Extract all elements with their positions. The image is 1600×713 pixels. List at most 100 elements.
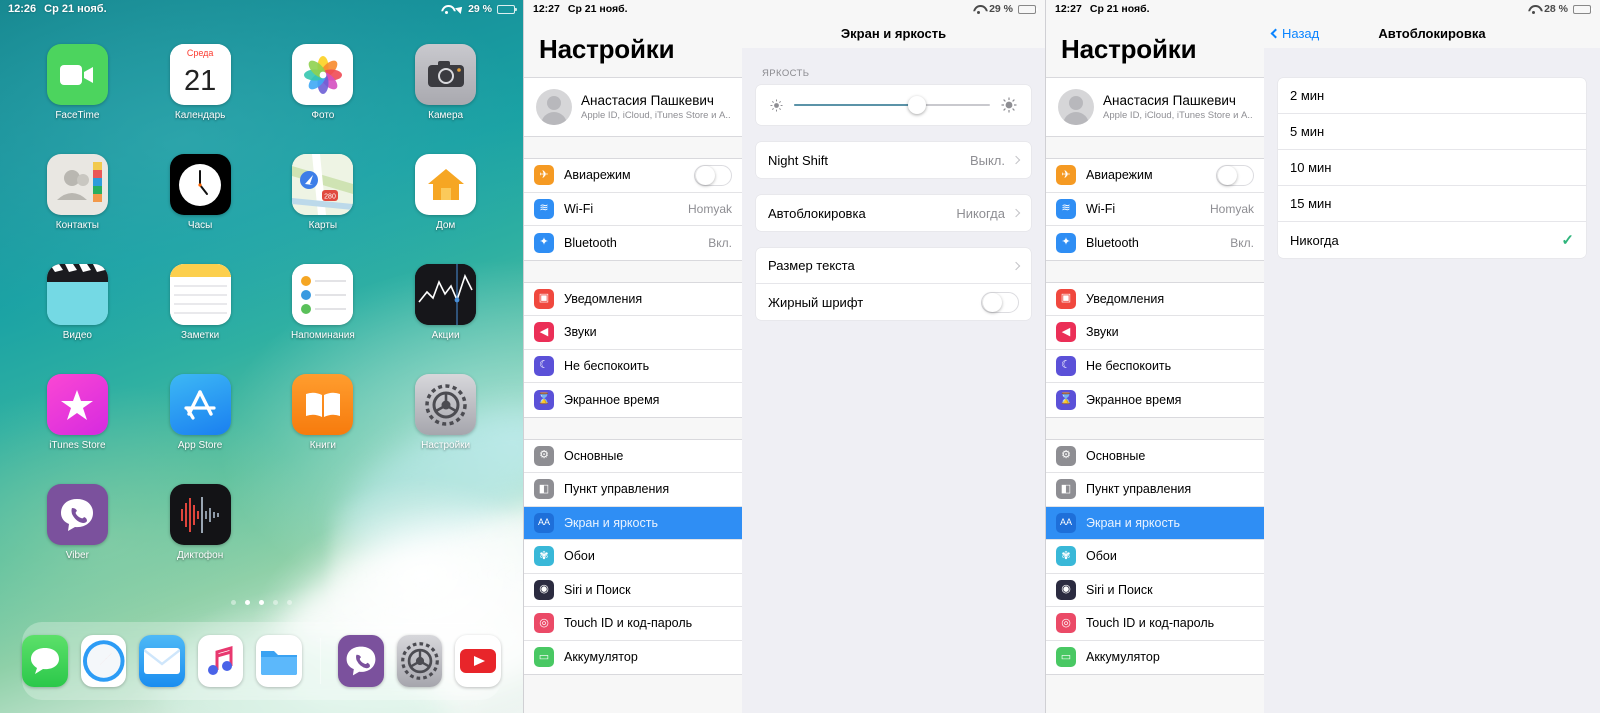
brightness-slider[interactable] — [794, 96, 990, 114]
row-night-shift[interactable]: Night Shift Выкл. — [756, 142, 1031, 178]
youtube-icon[interactable] — [455, 635, 501, 687]
airplane-mode-toggle[interactable] — [694, 164, 732, 186]
sidebar-item-screen-time[interactable]: ⌛ Экранное время — [1046, 383, 1264, 417]
wallpaper-icon: ✾ — [534, 546, 554, 567]
app-facetime[interactable]: FaceTime — [16, 44, 139, 121]
app-books[interactable]: Книги — [262, 374, 385, 451]
sun-small-icon — [770, 99, 783, 112]
mail-icon[interactable] — [139, 635, 185, 687]
sidebar-item-label: Звуки — [564, 325, 597, 340]
home-app-grid: FaceTime Среда 21 Календарь Фото Камера … — [0, 18, 523, 561]
app-contacts[interactable]: Контакты — [16, 154, 139, 231]
app-settings[interactable]: Настройки — [384, 374, 507, 451]
sidebar-item-bluetooth[interactable]: ✦ Bluetooth Вкл. — [524, 226, 742, 260]
sidebar-item-do-not-disturb[interactable]: ☾ Не беспокоить — [1046, 350, 1264, 383]
app-videos[interactable]: Видео — [16, 264, 139, 341]
app-voice-memos[interactable]: Диктофон — [139, 484, 262, 561]
row-value: Выкл. — [969, 152, 1005, 168]
sidebar-item-control-center[interactable]: ◧ Пункт управления — [524, 473, 742, 507]
app-label: Заметки — [181, 330, 220, 341]
sidebar-item-wifi[interactable]: ≋ Wi-Fi Homyak — [1046, 193, 1264, 226]
app-label: Книги — [309, 440, 336, 451]
app-viber[interactable]: Viber — [16, 484, 139, 561]
status-time: 12:27 — [533, 3, 560, 15]
safari-icon[interactable] — [80, 635, 127, 687]
sidebar-item-sounds[interactable]: ◀ Звуки — [1046, 316, 1264, 350]
app-camera[interactable]: Камера — [384, 44, 507, 121]
app-app-store[interactable]: App Store — [139, 374, 262, 451]
account-subtitle: Apple ID, iCloud, iTunes Store и A... — [581, 110, 730, 121]
sidebar-item-general[interactable]: ⚙ Основные — [524, 440, 742, 473]
airplane-mode-toggle[interactable] — [1216, 164, 1254, 186]
sidebar-item-battery[interactable]: ▭ Аккумулятор — [1046, 641, 1264, 675]
sidebar-item-do-not-disturb[interactable]: ☾ Не беспокоить — [524, 350, 742, 383]
sidebar-item-notifications[interactable]: ▣ Уведомления — [1046, 283, 1264, 316]
sidebar-item-airplane-mode[interactable]: ✈ Авиарежим — [1046, 159, 1264, 193]
messages-icon[interactable] — [22, 635, 68, 687]
app-maps[interactable]: 280 Карты — [262, 154, 385, 231]
app-calendar[interactable]: Среда 21 Календарь — [139, 44, 262, 121]
back-button[interactable]: Назад — [1270, 18, 1319, 48]
sidebar-item-display-brightness[interactable]: AA Экран и яркость — [1046, 506, 1264, 540]
settings-panel-auto-lock: 12:27 Ср 21 нояб. 28 % Настройки Анастас… — [1045, 0, 1600, 713]
app-stocks[interactable]: Акции — [384, 264, 507, 341]
do-not-disturb-icon: ☾ — [534, 355, 554, 376]
sidebar-item-display-brightness[interactable]: AA Экран и яркость — [524, 506, 742, 540]
row-auto-lock[interactable]: Автоблокировка Никогда — [756, 195, 1031, 231]
control-center-icon: ◧ — [1056, 479, 1076, 500]
sidebar-item-airplane-mode[interactable]: ✈ Авиарежим — [524, 159, 742, 193]
sidebar-item-wallpaper[interactable]: ✾ Обои — [1046, 540, 1264, 574]
sidebar-item-battery[interactable]: ▭ Аккумулятор — [524, 641, 742, 675]
itunes-store-icon — [46, 374, 108, 435]
touch-id-icon: ◎ — [1056, 613, 1076, 634]
maps-icon: 280 — [292, 154, 354, 215]
battery-icon: ▭ — [1056, 647, 1076, 668]
home-screen-panel: 12:26 Ср 21 нояб. 29 % FaceTime Среда 21… — [0, 0, 523, 713]
bold-text-toggle[interactable] — [981, 291, 1019, 313]
page-indicator-dots[interactable] — [0, 600, 523, 605]
option-label: 10 мин — [1290, 160, 1332, 175]
option-row[interactable]: 15 мин — [1278, 186, 1586, 222]
general-group: ⚙ Основные ◧ Пункт управления AA Экран и… — [1046, 438, 1264, 675]
option-row[interactable]: 10 мин — [1278, 150, 1586, 186]
music-icon[interactable] — [197, 635, 244, 687]
app-home[interactable]: Дом — [384, 154, 507, 231]
sidebar-item-bluetooth[interactable]: ✦ Bluetooth Вкл. — [1046, 226, 1264, 260]
app-clock[interactable]: Часы — [139, 154, 262, 231]
videos-icon — [46, 264, 108, 325]
option-row-selected[interactable]: Никогда ✓ — [1278, 222, 1586, 258]
siri-icon: ◉ — [534, 579, 554, 600]
sidebar-item-wallpaper[interactable]: ✾ Обои — [524, 540, 742, 574]
app-notes[interactable]: Заметки — [139, 264, 262, 341]
auto-lock-options-card: 2 мин 5 мин 10 мин 15 мин Никогда ✓ — [1278, 78, 1586, 258]
sidebar-item-screen-time[interactable]: ⌛ Экранное время — [524, 383, 742, 417]
sidebar-item-sounds[interactable]: ◀ Звуки — [524, 316, 742, 350]
clock-icon — [169, 154, 231, 215]
sidebar-item-general[interactable]: ⚙ Основные — [1046, 440, 1264, 473]
row-text-size[interactable]: Размер текста — [756, 248, 1031, 284]
battery-icon — [1573, 4, 1593, 14]
app-photos[interactable]: Фото — [262, 44, 385, 121]
sidebar-item-siri[interactable]: ◉ Siri и Поиск — [1046, 574, 1264, 607]
account-row[interactable]: Анастасия Пашкевич Apple ID, iCloud, iTu… — [524, 78, 742, 136]
status-battery-percent: 29 % — [468, 3, 492, 15]
sidebar-item-touch-id[interactable]: ◎ Touch ID и код-пароль — [1046, 607, 1264, 641]
sidebar-item-control-center[interactable]: ◧ Пункт управления — [1046, 473, 1264, 507]
files-icon[interactable] — [256, 635, 302, 687]
option-row[interactable]: 2 мин — [1278, 78, 1586, 114]
sidebar-item-touch-id[interactable]: ◎ Touch ID и код-пароль — [524, 607, 742, 641]
option-row[interactable]: 5 мин — [1278, 114, 1586, 150]
sidebar-item-wifi[interactable]: ≋ Wi-Fi Homyak — [524, 193, 742, 226]
row-bold-text[interactable]: Жирный шрифт — [756, 284, 1031, 320]
chevron-left-icon — [1270, 28, 1281, 38]
sidebar-item-notifications[interactable]: ▣ Уведомления — [524, 283, 742, 316]
brightness-slider-row[interactable] — [756, 85, 1031, 125]
sidebar-item-siri[interactable]: ◉ Siri и Поиск — [524, 574, 742, 607]
settings-icon-dock[interactable] — [396, 635, 443, 687]
app-itunes-store[interactable]: iTunes Store — [16, 374, 139, 451]
account-row[interactable]: Анастасия Пашкевич Apple ID, iCloud, iTu… — [1046, 78, 1264, 136]
display-brightness-icon: AA — [534, 512, 554, 533]
app-reminders[interactable]: Напоминания — [262, 264, 385, 341]
avatar — [536, 89, 572, 125]
viber-icon-dock[interactable] — [338, 635, 384, 687]
